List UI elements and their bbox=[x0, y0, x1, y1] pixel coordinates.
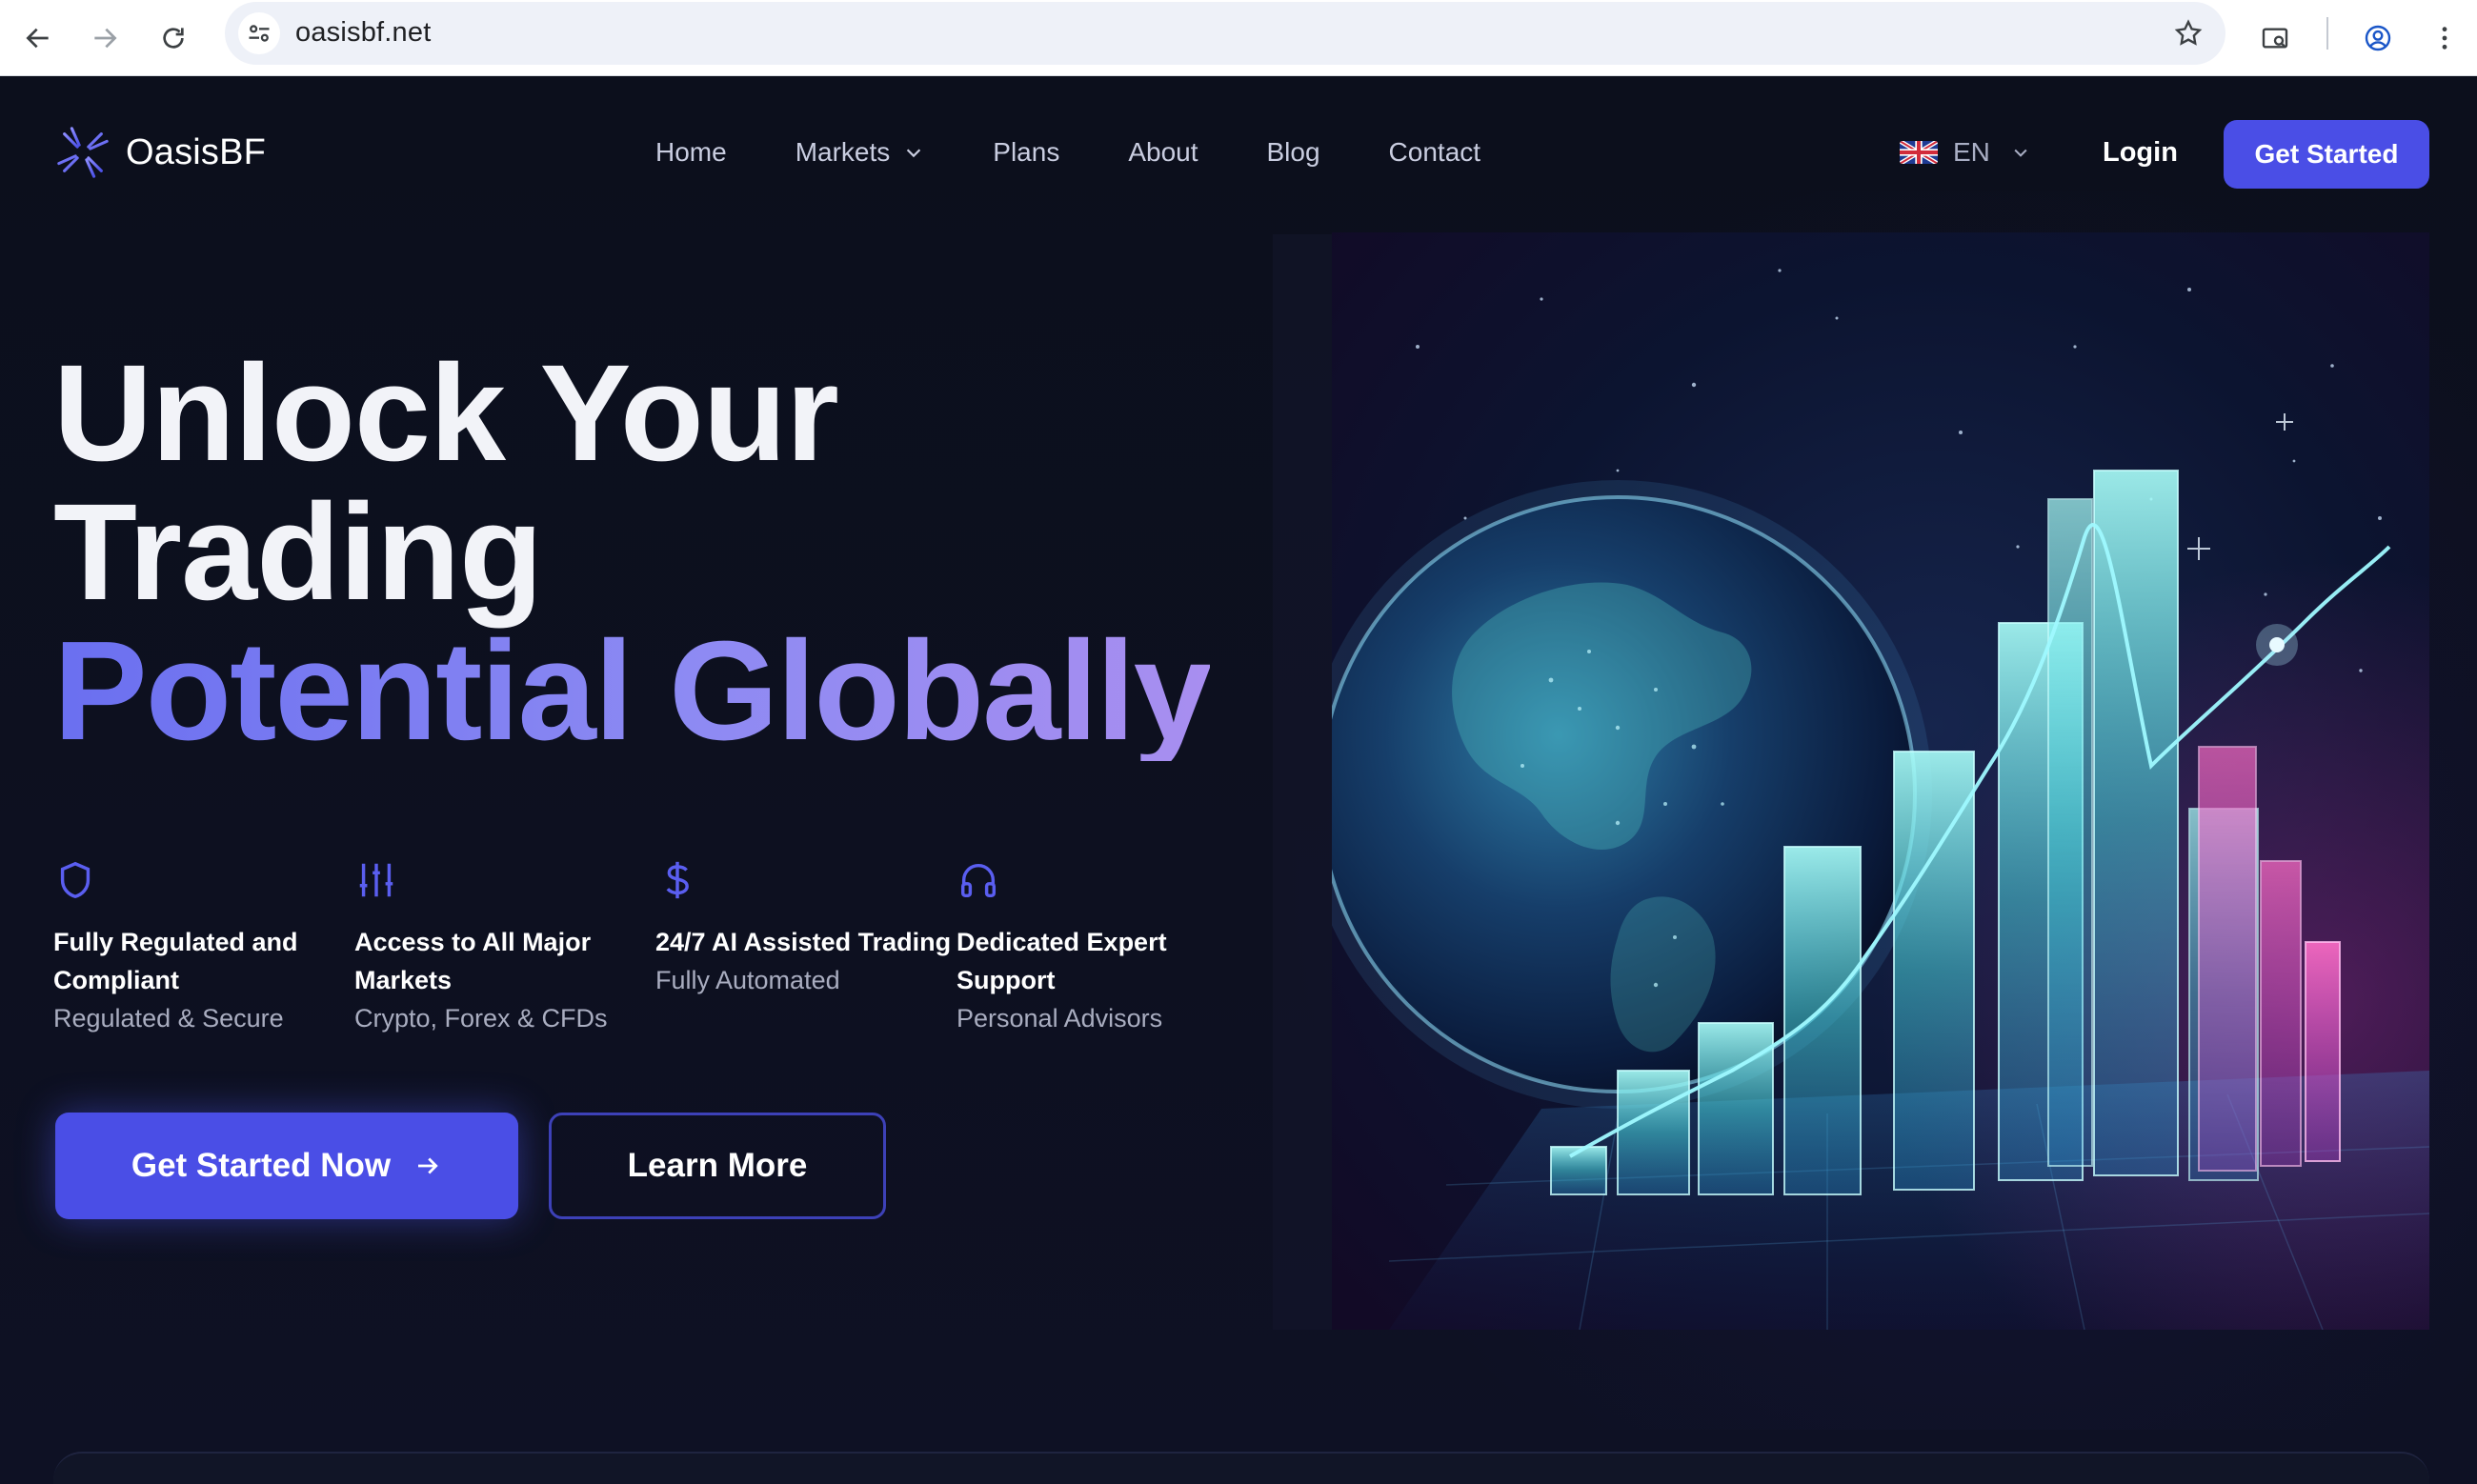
nav-blog[interactable]: Blog bbox=[1267, 137, 1320, 168]
profile-icon[interactable] bbox=[2353, 13, 2403, 63]
feature-list: Fully Regulated and Compliant Regulated … bbox=[53, 858, 1258, 1037]
logo-starburst-icon bbox=[55, 125, 111, 180]
logo-text: OasisBF bbox=[126, 131, 267, 172]
nav-plans[interactable]: Plans bbox=[993, 137, 1059, 168]
hero-title-accent: Potential Globally bbox=[53, 612, 1212, 770]
get-started-now-label: Get Started Now bbox=[131, 1147, 392, 1184]
feature-item: Fully Regulated and Compliant Regulated … bbox=[53, 858, 354, 1037]
site-settings-icon[interactable] bbox=[238, 12, 280, 54]
back-arrow-icon[interactable] bbox=[13, 13, 63, 63]
site-header: OasisBF Home Markets Plans About Blog Co… bbox=[0, 77, 2477, 230]
bookmark-star-icon[interactable] bbox=[2168, 13, 2208, 53]
nav-home[interactable]: Home bbox=[655, 137, 727, 168]
browser-toolbar: oasisbf.net bbox=[0, 0, 2477, 76]
stats-card-top-edge bbox=[53, 1452, 2429, 1484]
address-bar[interactable]: oasisbf.net bbox=[225, 2, 2225, 65]
tab-search-icon[interactable] bbox=[2250, 13, 2300, 63]
feature-subtitle: Crypto, Forex & CFDs bbox=[354, 1004, 608, 1033]
toolbar-separator bbox=[2326, 17, 2328, 50]
logo[interactable]: OasisBF bbox=[53, 123, 266, 182]
learn-more-button[interactable]: Learn More bbox=[549, 1113, 886, 1219]
headphones-icon bbox=[957, 858, 1000, 902]
website-viewport: OasisBF Home Markets Plans About Blog Co… bbox=[0, 77, 2477, 1484]
feature-item: Dedicated Expert Support Personal Adviso… bbox=[957, 858, 1258, 1037]
more-menu-icon[interactable] bbox=[2420, 13, 2469, 63]
dollar-icon bbox=[655, 858, 699, 902]
feature-subtitle: Personal Advisors bbox=[957, 1004, 1163, 1033]
url-text[interactable]: oasisbf.net bbox=[295, 17, 431, 49]
uk-flag-icon bbox=[1900, 141, 1938, 164]
feature-item: Access to All Major Markets Crypto, Fore… bbox=[354, 858, 655, 1037]
feature-item: 24/7 AI Assisted Trading Fully Automated bbox=[655, 858, 957, 1037]
feature-title: Dedicated Expert Support bbox=[957, 928, 1167, 994]
feature-title: Fully Regulated and Compliant bbox=[53, 928, 298, 994]
sliders-icon bbox=[354, 858, 398, 902]
hero-title-line2: Trading bbox=[53, 475, 543, 629]
nav-home-label: Home bbox=[655, 137, 727, 167]
nav-markets-label: Markets bbox=[795, 137, 891, 167]
feature-title: Access to All Major Markets bbox=[354, 928, 592, 994]
feature-subtitle: Fully Automated bbox=[655, 966, 840, 994]
chevron-down-icon bbox=[2014, 149, 2027, 157]
nav-about[interactable]: About bbox=[1128, 137, 1198, 168]
nav-about-label: About bbox=[1128, 137, 1198, 167]
main-nav: Home Markets Plans About Blog Contact bbox=[655, 137, 1549, 168]
hero-title-line1: Unlock Your bbox=[53, 336, 839, 490]
globe-chart-illustration bbox=[1332, 232, 2429, 1330]
feature-subtitle: Regulated & Secure bbox=[53, 1004, 284, 1033]
nav-plans-label: Plans bbox=[993, 137, 1060, 167]
reload-icon[interactable] bbox=[149, 13, 198, 63]
nav-markets[interactable]: Markets bbox=[795, 137, 925, 168]
get-started-button[interactable]: Get Started bbox=[2224, 120, 2429, 189]
chevron-down-icon bbox=[907, 149, 921, 158]
get-started-now-button[interactable]: Get Started Now bbox=[55, 1113, 518, 1219]
hero-illustration bbox=[1332, 232, 2429, 1330]
nav-contact[interactable]: Contact bbox=[1389, 137, 1481, 168]
login-link[interactable]: Login bbox=[2103, 137, 2178, 169]
shield-icon bbox=[53, 858, 97, 902]
feature-title: 24/7 AI Assisted Trading bbox=[655, 928, 952, 956]
forward-arrow-icon[interactable] bbox=[80, 13, 130, 63]
nav-blog-label: Blog bbox=[1266, 137, 1320, 167]
language-code: EN bbox=[1953, 137, 1990, 167]
nav-contact-label: Contact bbox=[1388, 137, 1481, 167]
arrow-right-icon bbox=[418, 1157, 438, 1174]
language-selector[interactable]: EN bbox=[1900, 137, 2030, 168]
hero-title: Unlock Your Trading Potential Globally bbox=[53, 336, 1212, 770]
